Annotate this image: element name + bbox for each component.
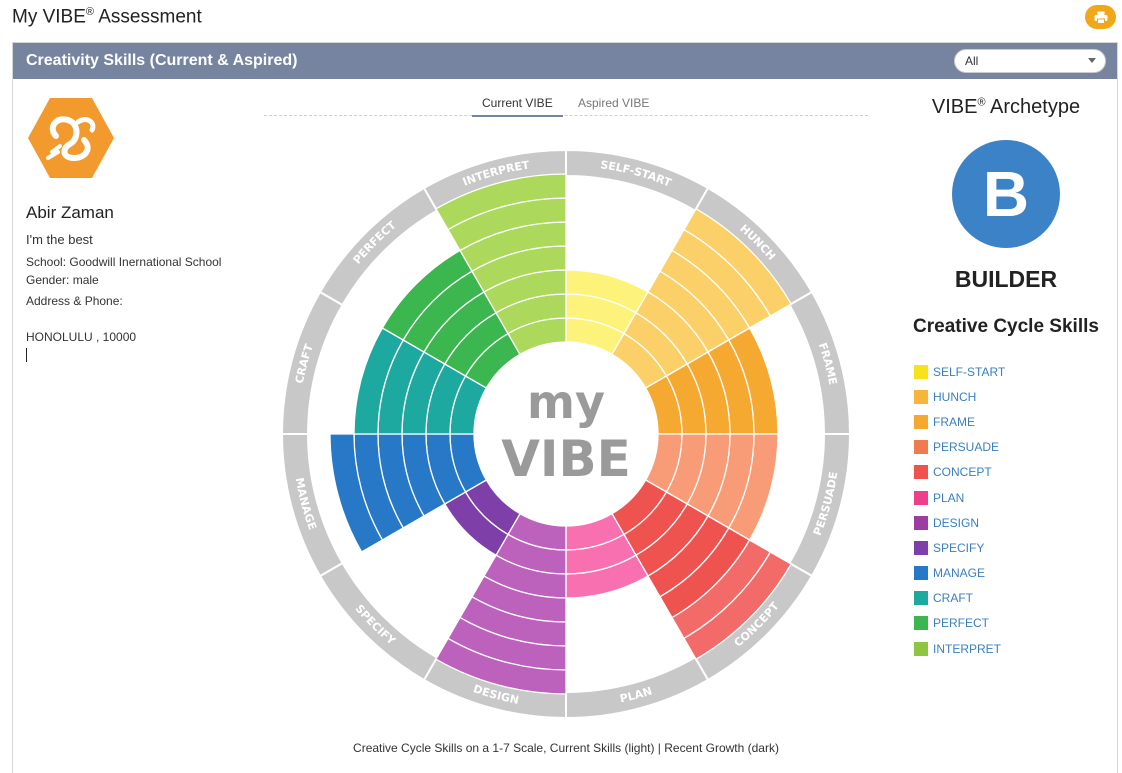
print-button[interactable] (1085, 5, 1116, 29)
legend-swatch (914, 540, 928, 555)
page-title: My VIBE® Assessment (12, 6, 202, 28)
legend-label: FRAME (933, 414, 975, 429)
wheel-center-vibe: VIBE (501, 430, 631, 488)
legend-label: PERFECT (933, 616, 990, 631)
legend-label: DESIGN (933, 515, 980, 530)
archetype-badge: B (952, 140, 1060, 248)
page-title-suffix: Assessment (94, 6, 202, 28)
profile-name: Abir Zaman (26, 203, 114, 222)
legend-label: CRAFT (933, 591, 973, 606)
chart-caption: Creative Cycle Skills on a 1-7 Scale, Cu… (353, 741, 779, 755)
legend-item[interactable]: DESIGN (914, 510, 1005, 535)
legend-item[interactable]: SPECIFY (914, 535, 1005, 560)
legend-label: SPECIFY (933, 540, 985, 555)
legend-label: CONCEPT (933, 465, 992, 480)
printer-icon (1094, 11, 1107, 24)
legend-item[interactable]: SELF-START (914, 359, 1005, 384)
legend-swatch (914, 515, 928, 530)
panel-title: Creativity Skills (Current & Aspired) (26, 52, 298, 69)
legend-swatch (914, 641, 928, 656)
ring-segment (565, 656, 710, 718)
registered-mark: ® (85, 6, 95, 18)
legend-label: SELF-START (933, 364, 1006, 379)
legend-swatch (914, 389, 928, 404)
ring-segment (788, 433, 850, 578)
tab-aspired-vibe[interactable]: Aspired VIBE (578, 96, 649, 110)
ring-segment (788, 290, 850, 435)
archetype-title-text: VIBE (931, 96, 978, 118)
wheel-center-my: my (527, 375, 605, 429)
legend-item[interactable]: PLAN (914, 485, 1005, 510)
legend-item[interactable]: INTERPRET (914, 636, 1005, 661)
legend-label: PLAN (933, 490, 965, 505)
student-profile: Abir Zaman I'm the best School: Goodwill… (26, 96, 226, 362)
legend-item[interactable]: HUNCH (914, 384, 1005, 409)
filter-select[interactable]: All (954, 49, 1106, 73)
legend-swatch (914, 414, 928, 429)
legend-item[interactable]: PERFECT (914, 611, 1005, 636)
profile-address-label: Address & Phone: (26, 294, 123, 308)
creative-cycle-skills-title: Creative Cycle Skills (913, 316, 1099, 337)
legend-item[interactable]: MANAGE (914, 561, 1005, 586)
skills-legend: SELF-START HUNCH FRAME PERSUADE CONCEPT PLAN D… (914, 359, 1005, 661)
panel-header: Creativity Skills (Current & Aspired) Al… (13, 43, 1117, 79)
legend-swatch (914, 591, 928, 606)
filter-select-value: All (965, 54, 979, 68)
legend-label: PERSUADE (933, 440, 1000, 455)
profile-school: School: Goodwill Inernational School (26, 255, 222, 269)
legend-item[interactable]: CONCEPT (914, 460, 1005, 485)
profile-motto: I'm the best (26, 232, 93, 247)
legend-item[interactable]: PERSUADE (914, 435, 1005, 460)
legend-swatch (914, 566, 928, 581)
profile-gender: Gender: male (26, 273, 99, 287)
creative-cycle-wheel: SELF-STARTHUNCHFRAMEPERSUADECONCEPTPLAND… (282, 150, 850, 718)
legend-item[interactable]: CRAFT (914, 586, 1005, 611)
legend-swatch (914, 465, 928, 480)
legend-swatch (914, 364, 928, 379)
text-cursor (26, 348, 27, 362)
chevron-down-icon (1088, 58, 1096, 63)
tab-current-vibe[interactable]: Current VIBE (472, 96, 563, 117)
legend-item[interactable]: FRAME (914, 409, 1005, 434)
archetype-title: VIBE® Archetype (906, 96, 1106, 119)
archetype-registered-mark: ® (977, 96, 986, 109)
ring-segment (282, 290, 344, 435)
profile-address: HONOLULU , 10000 (26, 330, 137, 344)
legend-label: MANAGE (933, 566, 986, 581)
archetype-name: BUILDER (954, 266, 1058, 292)
legend-swatch (914, 616, 928, 631)
archetype-title-suffix: Archetype (985, 96, 1081, 118)
ring-segment (565, 150, 710, 212)
page-title-text: My VIBE (12, 6, 86, 28)
legend-label: INTERPRET (933, 641, 1002, 656)
legend-swatch (914, 440, 928, 455)
vibe-tabs: Current VIBE Aspired VIBE (264, 92, 868, 117)
vibe-logo-hexagon-icon (28, 98, 114, 178)
legend-swatch (914, 490, 928, 505)
legend-label: HUNCH (933, 389, 977, 404)
